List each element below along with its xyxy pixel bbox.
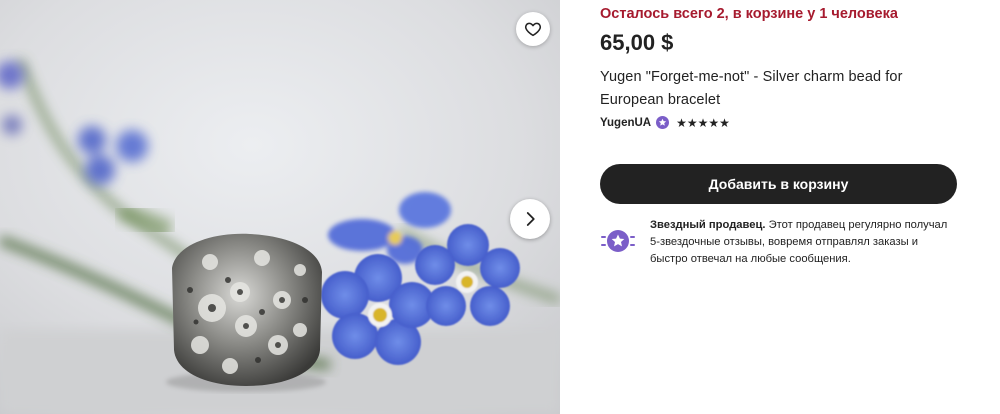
product-title: Yugen "Forget-me-not" - Silver charm bea… [600, 69, 903, 108]
next-image-button[interactable] [510, 199, 550, 239]
product-photo [0, 0, 560, 414]
price: 65,00 $ [600, 30, 674, 55]
favorite-button[interactable] [516, 12, 550, 46]
rating-stars: ★★★★★ [676, 117, 730, 129]
add-to-cart-button[interactable]: Добавить в корзину [600, 164, 957, 204]
heart-icon [525, 22, 541, 37]
star-seller-description: Звездный продавец. Этот продавец регуляр… [650, 217, 956, 268]
star-seller-info: Звездный продавец. Этот продавец регуляр… [600, 217, 960, 268]
chevron-right-icon [526, 212, 535, 226]
stock-note: Осталось всего 2, в корзине у 1 человека [600, 6, 898, 22]
star-rating-icons: ★★★★★ [676, 115, 730, 130]
seller-row: YugenUA ★★★★★ [600, 116, 730, 129]
product-image-gallery[interactable] [0, 0, 560, 414]
star-seller-badge-icon [656, 116, 670, 129]
seller-name-link[interactable]: YugenUA [600, 117, 651, 129]
star-seller-heading: Звездный продавец. [650, 219, 766, 231]
star-seller-icon [601, 230, 635, 252]
charm-bead [166, 233, 326, 392]
